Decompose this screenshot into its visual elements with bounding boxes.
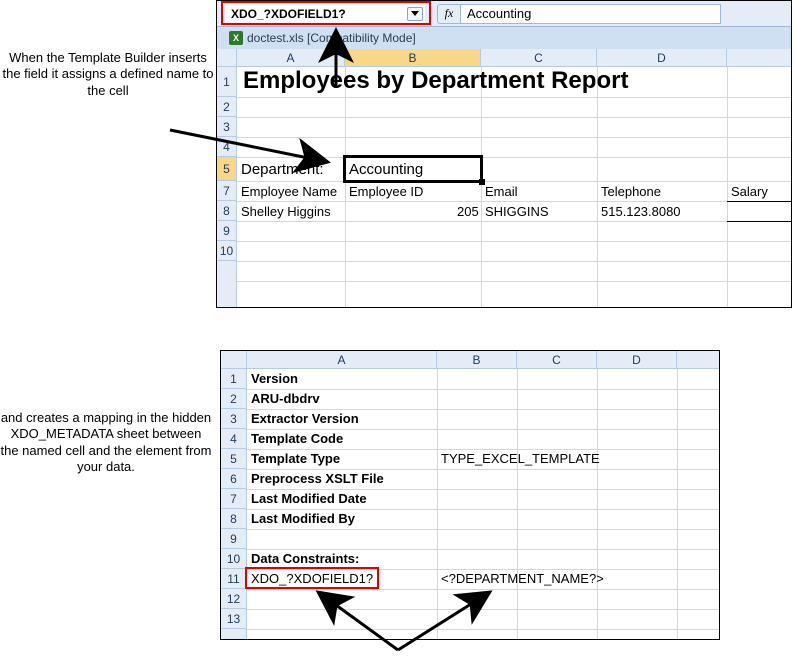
row-10[interactable]: 10 (217, 241, 236, 261)
hdr-emp-name: Employee Name (241, 184, 337, 199)
explanatory-caption-2: and creates a mapping in the hidden XDO_… (0, 410, 212, 475)
meta-xdo-field: XDO_?XDOFIELD1? (251, 571, 373, 586)
row-3[interactable]: 3 (217, 117, 236, 137)
brow-10[interactable]: 10 (221, 549, 246, 569)
row-4[interactable]: 4 (217, 137, 236, 157)
meta-version: Version (251, 371, 298, 386)
name-formula-bar: XDO_?XDOFIELD1? fx Accounting (217, 1, 791, 27)
meta-dept-name-tag: <?DEPARTMENT_NAME?> (441, 571, 604, 586)
cell-emp-id: 205 (457, 204, 479, 219)
brow-7[interactable]: 7 (221, 489, 246, 509)
brow-3[interactable]: 3 (221, 409, 246, 429)
department-label: Department: (241, 161, 324, 178)
row-7[interactable]: 7 (217, 181, 236, 201)
hdr-telephone: Telephone (601, 184, 661, 199)
bcol-C[interactable]: C (517, 351, 597, 368)
document-title: doctest.xls [Compatibility Mode] (247, 31, 416, 45)
report-title: Employees by Department Report (243, 67, 628, 95)
cell-telephone: 515.123.8080 (601, 204, 681, 219)
bcol-A[interactable]: A (247, 351, 437, 368)
col-B[interactable]: B (345, 49, 481, 66)
meta-preprocess: Preprocess XSLT File (251, 471, 384, 486)
formula-bar[interactable]: Accounting (461, 4, 721, 24)
cells-top[interactable]: Employees by Department Report Departmen… (237, 67, 791, 307)
brow-5[interactable]: 5 (221, 449, 246, 469)
select-all-corner[interactable] (217, 49, 237, 67)
hdr-emp-id: Employee ID (349, 184, 423, 199)
bcol-D[interactable]: D (597, 351, 677, 368)
brow-1[interactable]: 1 (221, 369, 246, 389)
col-A[interactable]: A (237, 49, 345, 66)
meta-last-mod-date: Last Modified Date (251, 491, 367, 506)
worksheet-area-top: A B C D 1 2 3 4 5 7 8 9 10 (217, 49, 791, 307)
brow-11[interactable]: 11 (221, 569, 246, 589)
hdr-email: Email (485, 184, 518, 199)
row-2[interactable]: 2 (217, 97, 236, 117)
brow-13[interactable]: 13 (221, 609, 246, 629)
name-box-text: XDO_?XDOFIELD1? (225, 7, 346, 21)
document-title-bar: X doctest.xls [Compatibility Mode] (217, 27, 791, 49)
excel-window-main: XDO_?XDOFIELD1? fx Accounting X doctest.… (216, 0, 792, 308)
name-box-dropdown[interactable] (407, 7, 423, 21)
row-5[interactable]: 5 (217, 157, 236, 181)
meta-aru: ARU-dbdrv (251, 391, 320, 406)
brow-8[interactable]: 8 (221, 509, 246, 529)
active-cell-B5[interactable] (343, 155, 483, 183)
meta-template-code: Template Code (251, 431, 343, 446)
cells-bot[interactable]: Version ARU-dbdrv Extractor Version Temp… (247, 369, 719, 639)
explanatory-caption-1: When the Template Builder inserts the fi… (0, 50, 216, 99)
column-headers-top: A B C D (237, 49, 791, 67)
col-D[interactable]: D (597, 49, 727, 66)
cell-emp-name: Shelley Higgins (241, 204, 331, 219)
meta-last-mod-by: Last Modified By (251, 511, 355, 526)
meta-template-type-val: TYPE_EXCEL_TEMPLATE (441, 451, 600, 466)
row-9[interactable]: 9 (217, 221, 236, 241)
select-all-corner-bot[interactable] (221, 351, 247, 369)
name-box[interactable]: XDO_?XDOFIELD1? (225, 4, 425, 24)
brow-6[interactable]: 6 (221, 469, 246, 489)
insert-function-button[interactable]: fx (437, 4, 461, 24)
col-C[interactable]: C (481, 49, 597, 66)
row-headers-top: 1 2 3 4 5 7 8 9 10 (217, 67, 237, 307)
row-1[interactable]: 1 (217, 67, 236, 97)
meta-template-type: Template Type (251, 451, 340, 466)
brow-2[interactable]: 2 (221, 389, 246, 409)
column-headers-bot: A B C D (247, 351, 719, 369)
brow-12[interactable]: 12 (221, 589, 246, 609)
row-headers-bot: 1 2 3 4 5 6 7 8 9 10 11 12 13 (221, 369, 247, 639)
brow-4[interactable]: 4 (221, 429, 246, 449)
bcol-B[interactable]: B (437, 351, 517, 368)
brow-9[interactable]: 9 (221, 529, 246, 549)
meta-data-constraints: Data Constraints: (251, 551, 359, 566)
cell-email: SHIGGINS (485, 204, 549, 219)
row-8[interactable]: 8 (217, 201, 236, 221)
hdr-salary: Salary (731, 184, 768, 199)
meta-extractor: Extractor Version (251, 411, 359, 426)
chevron-down-icon (411, 11, 419, 16)
excel-window-metadata: A B C D 1 2 3 4 5 6 7 8 9 10 11 12 13 (220, 350, 720, 640)
excel-file-icon: X (229, 31, 243, 45)
